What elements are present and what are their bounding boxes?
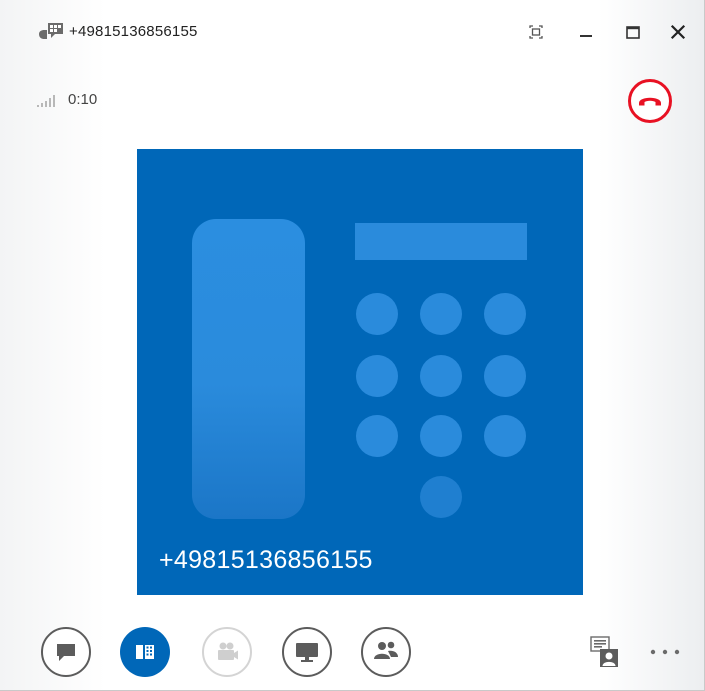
more-options-icon (650, 649, 680, 655)
full-screen-button[interactable] (522, 18, 550, 46)
dialpad-icon (120, 627, 170, 677)
close-button[interactable] (664, 18, 692, 46)
window-title: +49815136856155 (69, 23, 198, 40)
title-bar: +49815136856155 (0, 0, 705, 62)
present-icon (282, 627, 332, 677)
people-button[interactable] (360, 626, 412, 678)
call-window: +49815136856155 0:10 +49815136856155 (0, 0, 705, 691)
hang-up-button[interactable] (627, 78, 673, 124)
dialpad-button[interactable] (119, 626, 171, 678)
signal-strength-icon (36, 92, 58, 108)
people-icon (361, 627, 411, 677)
chat-icon (41, 627, 91, 677)
full-screen-icon (529, 25, 543, 39)
contact-tile: +49815136856155 (137, 149, 583, 595)
minimize-button[interactable] (572, 18, 600, 46)
desk-phone-icon (192, 219, 527, 519)
minimize-icon (580, 35, 592, 37)
maximize-button[interactable] (619, 18, 647, 46)
contact-number: +49815136856155 (159, 546, 373, 574)
video-button[interactable] (201, 626, 253, 678)
maximize-icon (626, 26, 640, 39)
video-icon (202, 627, 252, 677)
more-options-button[interactable] (645, 640, 685, 664)
call-timer: 0:10 (68, 91, 98, 108)
layout-options-icon (590, 636, 618, 667)
layout-options-button[interactable] (590, 636, 620, 670)
close-icon (670, 24, 686, 40)
hang-up-icon (628, 79, 672, 123)
chat-button[interactable] (40, 626, 92, 678)
phone-chat-icon (37, 22, 65, 44)
present-button[interactable] (281, 626, 333, 678)
